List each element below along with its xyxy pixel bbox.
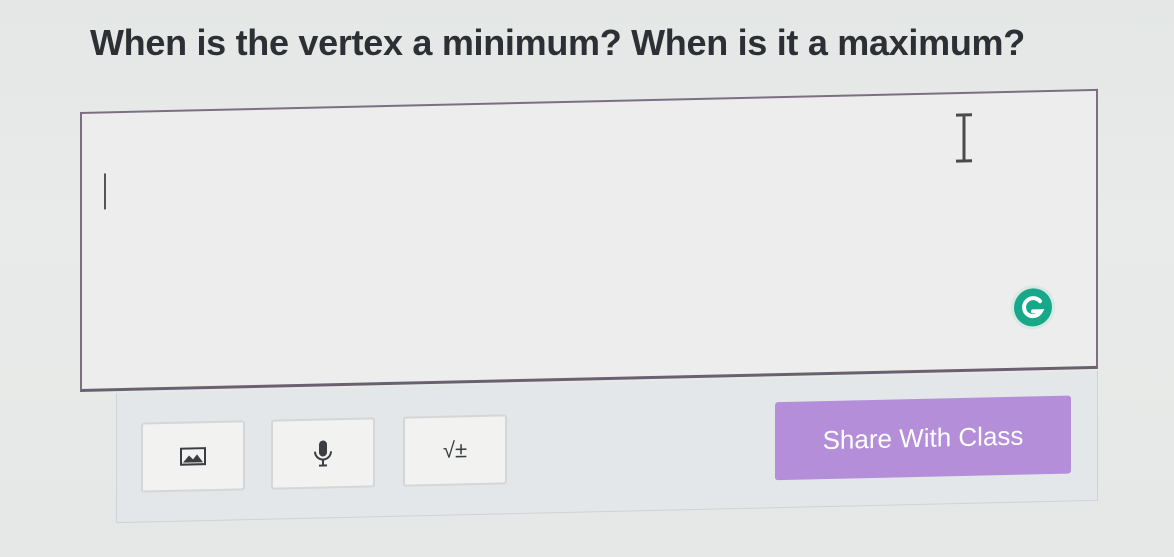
microphone-icon bbox=[314, 440, 332, 467]
share-with-class-button[interactable]: Share With Class bbox=[775, 395, 1071, 481]
math-equation-icon: √± bbox=[442, 437, 468, 463]
ibeam-cursor-icon bbox=[956, 113, 972, 163]
image-icon bbox=[180, 447, 206, 466]
math-equation-button[interactable]: √± bbox=[403, 414, 507, 487]
record-audio-button[interactable] bbox=[271, 417, 375, 490]
question-prompt: When is the vertex a minimum? When is it… bbox=[90, 22, 1025, 63]
text-caret bbox=[104, 173, 106, 210]
grammarly-icon[interactable] bbox=[1014, 287, 1052, 327]
insert-image-button[interactable] bbox=[141, 420, 245, 493]
response-toolbar: √± Share With Class bbox=[116, 370, 1098, 524]
response-card: √± Share With Class bbox=[80, 71, 1098, 524]
answer-textarea[interactable] bbox=[80, 88, 1098, 392]
